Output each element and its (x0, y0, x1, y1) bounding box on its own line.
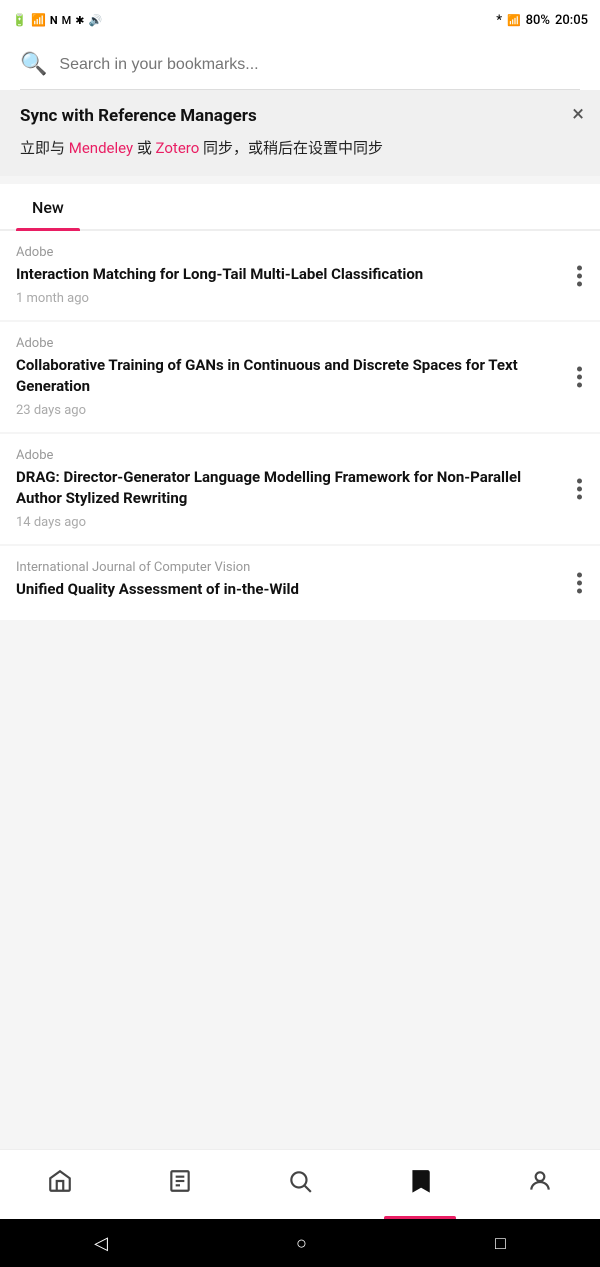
search-icon: 🔍 (20, 52, 47, 77)
article-card[interactable]: International Journal of Computer Vision… (0, 546, 600, 620)
battery-icon: 🔋 (12, 13, 27, 27)
sync-body: 立即与 Mendeley 或 Zotero 同步，或稍后在设置中同步 (20, 136, 580, 160)
article-title: Interaction Matching for Long-Tail Multi… (16, 264, 584, 285)
tab-new[interactable]: New (16, 184, 80, 229)
status-bar: 🔋 📶 N M ✱ 🔊 * 📶 80% 20:05 (0, 0, 600, 40)
tab-bar: New (0, 184, 600, 231)
battery-percent: 80% (526, 13, 550, 28)
menu-dot (577, 495, 582, 500)
search-input[interactable] (59, 56, 580, 74)
article-time: 14 days ago (16, 515, 584, 530)
android-recent-button[interactable]: □ (495, 1233, 506, 1254)
article-source: International Journal of Computer Vision (16, 560, 584, 575)
search-nav-icon (287, 1168, 313, 1201)
article-source: Adobe (16, 448, 584, 463)
profile-nav-icon (527, 1168, 553, 1201)
sync-title: Sync with Reference Managers (20, 106, 580, 126)
nav-active-indicator (384, 1216, 456, 1219)
bluetooth-icon: * (496, 13, 502, 28)
home-icon (47, 1168, 73, 1201)
article-card[interactable]: Adobe DRAG: Director-Generator Language … (0, 434, 600, 544)
article-title: Collaborative Training of GANs in Contin… (16, 355, 584, 397)
menu-dot (577, 383, 582, 388)
article-time: 23 days ago (16, 403, 584, 418)
nav-search[interactable] (240, 1150, 360, 1219)
android-back-button[interactable]: ◁ (94, 1233, 108, 1254)
menu-dot (577, 589, 582, 594)
search-container: 🔍 (0, 40, 600, 90)
menu-dot (577, 487, 582, 492)
time-display: 20:05 (555, 13, 588, 28)
menu-dot (577, 479, 582, 484)
menu-dot (577, 367, 582, 372)
status-left: 🔋 📶 N M ✱ 🔊 (12, 13, 102, 27)
article-menu-button[interactable] (573, 261, 586, 290)
menu-dot (577, 265, 582, 270)
mendeley-link[interactable]: Mendeley (69, 139, 133, 157)
wifi-icon: 📶 (31, 13, 46, 27)
search-bar: 🔍 (20, 52, 580, 90)
signal-icon: 📶 (507, 14, 521, 27)
article-card[interactable]: Adobe Collaborative Training of GANs in … (0, 322, 600, 432)
android-nav: ◁ ○ □ (0, 1219, 600, 1267)
menu-dot (577, 273, 582, 278)
bookmark-nav-icon (407, 1168, 433, 1201)
menu-dot (577, 573, 582, 578)
menu-dot (577, 581, 582, 586)
article-menu-button[interactable] (573, 363, 586, 392)
article-card[interactable]: Adobe Interaction Matching for Long-Tail… (0, 231, 600, 320)
article-source: Adobe (16, 336, 584, 351)
menu-dot (577, 281, 582, 286)
article-list: Adobe Interaction Matching for Long-Tail… (0, 231, 600, 1149)
sync-body-suffix: 同步，或稍后在设置中同步 (199, 139, 383, 157)
settings-icon: ✱ (75, 14, 84, 27)
bottom-nav (0, 1149, 600, 1219)
article-title: Unified Quality Assessment of in-the-Wil… (16, 579, 584, 600)
menu-dot (577, 375, 582, 380)
mail-icon: M (62, 14, 72, 27)
article-menu-button[interactable] (573, 475, 586, 504)
nav-home[interactable] (0, 1150, 120, 1219)
sync-body-middle: 或 (133, 139, 155, 157)
article-menu-button[interactable] (573, 569, 586, 598)
article-title: DRAG: Director-Generator Language Modell… (16, 467, 584, 509)
nav-profile[interactable] (480, 1150, 600, 1219)
zotero-link[interactable]: Zotero (156, 139, 200, 157)
sync-body-prefix: 立即与 (20, 139, 69, 157)
nfc-icon: N (50, 14, 58, 27)
sync-banner: Sync with Reference Managers × 立即与 Mende… (0, 90, 600, 176)
sync-close-button[interactable]: × (572, 104, 584, 126)
nav-articles[interactable] (120, 1150, 240, 1219)
articles-icon (167, 1168, 193, 1201)
android-home-button[interactable]: ○ (296, 1233, 307, 1254)
article-source: Adobe (16, 245, 584, 260)
status-right: * 📶 80% 20:05 (496, 13, 588, 28)
audio-icon: 🔊 (89, 14, 103, 27)
article-time: 1 month ago (16, 291, 584, 306)
nav-bookmarks[interactable] (360, 1150, 480, 1219)
